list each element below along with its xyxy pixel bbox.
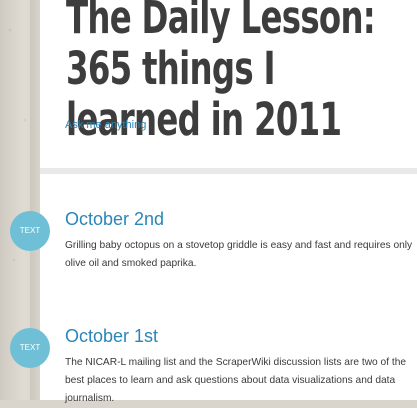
post-title[interactable]: October 1st [65, 326, 158, 347]
text-post-type-badge[interactable]: TEXT [10, 211, 50, 251]
blog-header: The Daily Lesson: 365 things I learned i… [40, 0, 417, 168]
post-body: Grilling baby octopus on a stovetop grid… [65, 240, 413, 269]
post-title[interactable]: October 2nd [65, 209, 164, 230]
text-post-type-badge[interactable]: TEXT [10, 328, 50, 368]
header-divider [40, 168, 417, 174]
blog-content: The Daily Lesson: 365 things I learned i… [40, 0, 417, 404]
ask-me-anything-link[interactable]: Ask me anything [65, 119, 146, 131]
